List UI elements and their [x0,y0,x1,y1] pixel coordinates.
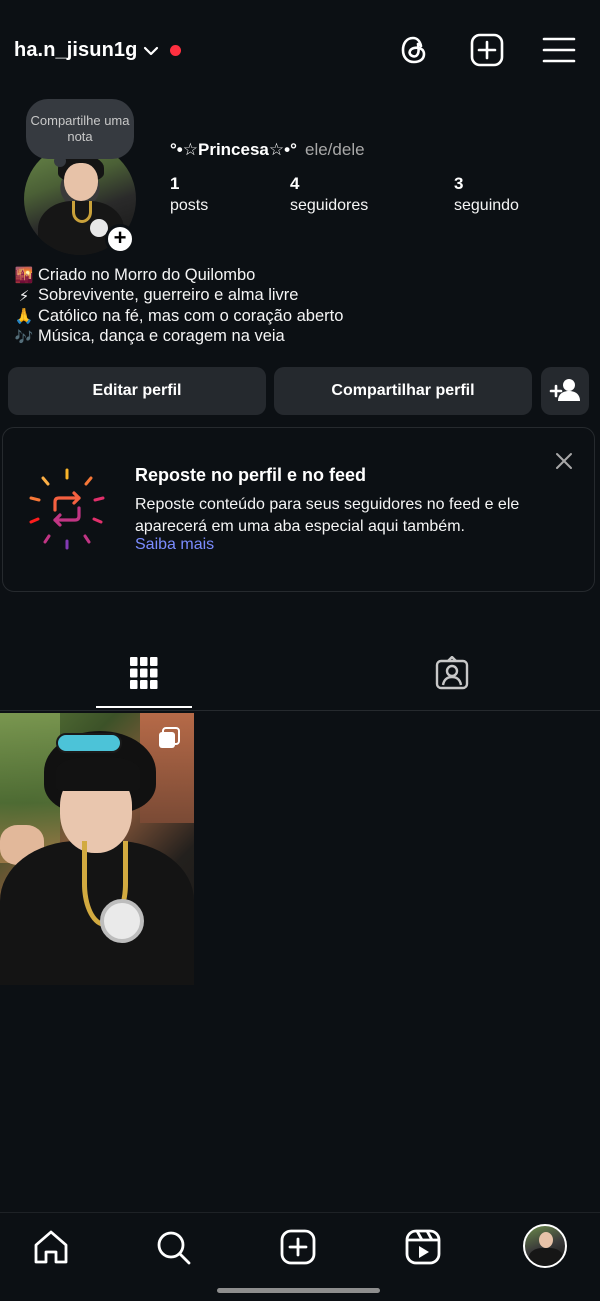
profile-tabs [0,640,600,711]
search-icon[interactable] [153,1227,193,1267]
pronouns: ele/dele [305,140,365,159]
stat-label: seguidores [290,197,369,214]
grid-post[interactable] [0,713,194,985]
edit-profile-button[interactable]: Editar perfil [8,367,266,415]
home-icon[interactable] [31,1227,71,1267]
posts-count[interactable]: 1 posts [170,174,208,215]
add-story-plus-icon[interactable]: + [105,224,135,254]
stat-label: posts [170,197,209,214]
display-name: °•☆Princesa☆•° [170,140,297,159]
reels-icon[interactable] [403,1227,443,1267]
bio-line: 🌇 Criado no Morro do Quilombo [14,265,343,286]
new-post-icon[interactable] [278,1227,318,1267]
bottom-nav [0,1212,600,1301]
card-title: Reposte no perfil e no feed [135,465,367,485]
stat-value: 3 [454,174,464,193]
music-notes-emoji-icon: 🎶 [14,328,34,346]
card-body: Reposte conteúdo para seus seguidores no… [135,496,520,535]
top-bar: ha.n_jisun1g [0,0,600,100]
bio-text: Música, dança e coragem na veia [38,327,285,346]
bio-line: ⚡ Sobrevivente, guerreiro e alma livre [14,286,343,307]
close-icon[interactable] [553,450,575,472]
profile-tab-avatar[interactable] [523,1224,567,1268]
bio-text: Sobrevivente, guerreiro e alma livre [38,286,299,305]
stat-label: seguindo [454,197,519,214]
stat-value: 1 [170,174,180,193]
lightning-emoji-icon: ⚡ [18,287,30,305]
praying-hands-emoji-icon: 🙏 [14,308,34,326]
chevron-down-icon[interactable] [142,42,160,60]
tab-grid-icon[interactable] [129,656,159,690]
bio: 🌇 Criado no Morro do Quilombo ⚡ Sobreviv… [14,265,344,348]
stat-value: 4 [290,174,300,193]
home-indicator [217,1288,380,1293]
bio-line: 🎶 Música, dança e coragem na veia [14,327,343,348]
repost-info-card: Reposte no perfil e no feed Reposte cont… [2,427,595,592]
username-switcher[interactable]: ha.n_jisun1g [14,39,137,62]
discover-people-button[interactable] [541,367,589,415]
carousel-icon [159,727,180,748]
followers-count[interactable]: 4 seguidores [290,174,368,215]
threads-icon[interactable] [396,32,432,68]
tab-tagged-icon[interactable] [434,656,470,692]
learn-more-link[interactable]: Saiba mais [135,536,214,554]
active-tab-indicator [96,706,192,708]
add-person-icon [549,379,580,401]
notification-dot [170,45,181,56]
bio-text: Católico na fé, mas com o coração aberto [38,306,344,325]
bio-line: 🙏 Católico na fé, mas com o coração aber… [14,306,344,327]
note-bubble[interactable]: Compartilhe uma nota [26,99,134,167]
sunset-emoji-icon: 🌇 [14,267,34,285]
profile-avatar[interactable]: + [24,143,136,255]
following-count[interactable]: 3 seguindo [454,174,519,215]
repost-sparkle-icon [29,468,105,550]
bio-text: Criado no Morro do Quilombo [38,265,256,284]
create-icon[interactable] [469,32,505,68]
menu-icon[interactable] [541,32,577,68]
share-profile-button[interactable]: Compartilhar perfil [274,367,532,415]
